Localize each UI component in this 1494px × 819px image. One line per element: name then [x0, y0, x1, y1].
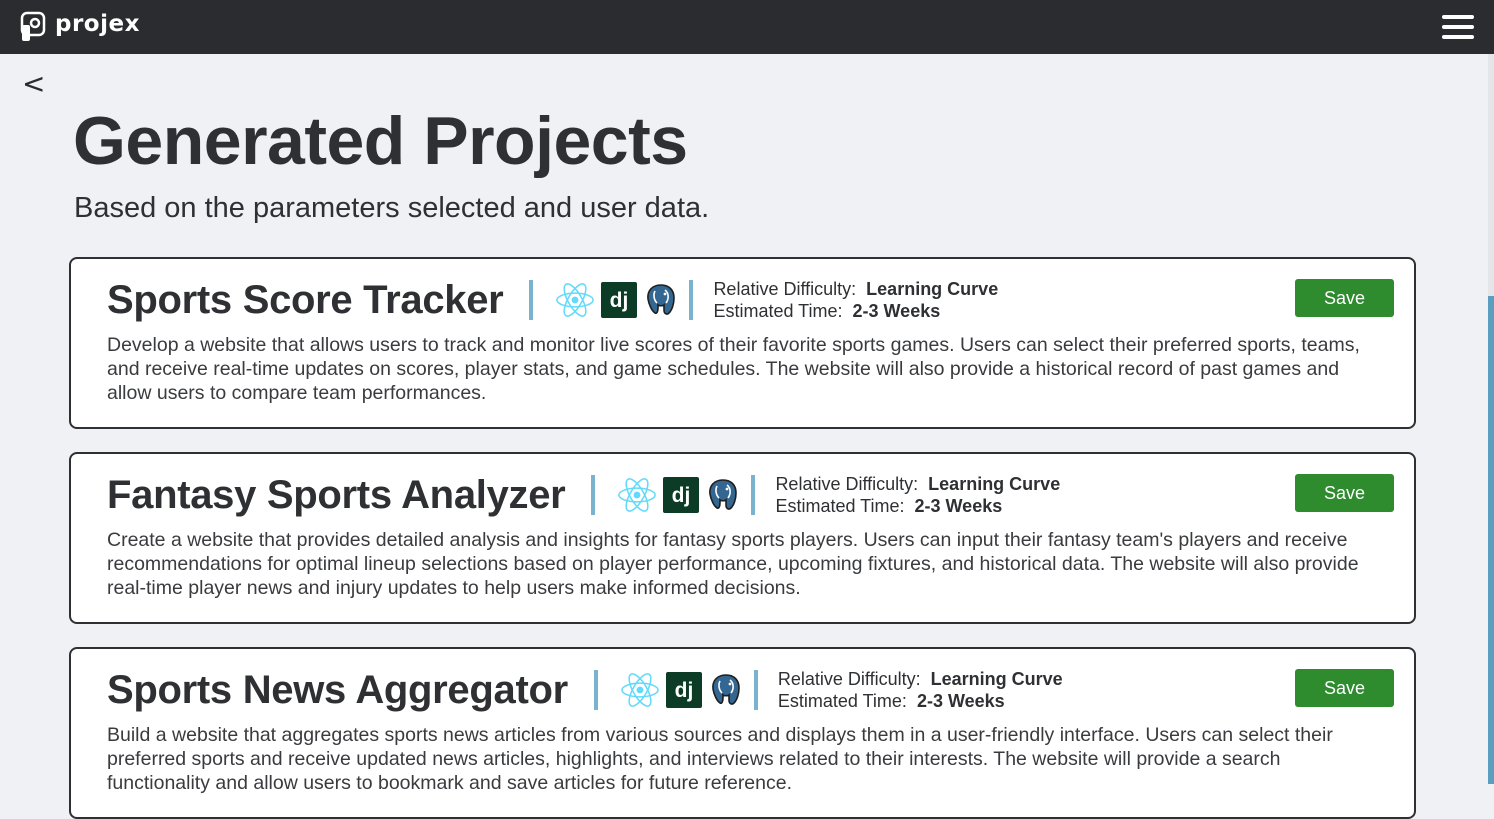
save-button[interactable]: Save: [1295, 474, 1394, 512]
difficulty-value: Learning Curve: [930, 669, 1063, 689]
project-title: Fantasy Sports Analyzer: [107, 472, 566, 517]
divider: [529, 280, 534, 320]
react-icon: [621, 673, 659, 707]
page-scrollbar[interactable]: [1488, 54, 1494, 784]
project-meta: Relative Difficulty: Learning Curve Esti…: [775, 473, 1060, 517]
project-meta: Relative Difficulty: Learning Curve Esti…: [713, 278, 998, 322]
time-label: Estimated Time:: [777, 691, 907, 711]
divider: [591, 475, 596, 515]
time-value: 2-3 Weeks: [852, 301, 941, 321]
save-button[interactable]: Save: [1295, 669, 1394, 707]
time-label: Estimated Time:: [713, 301, 843, 321]
project-card-1: Sports Score Tracker dj Relative Difficu…: [69, 257, 1416, 429]
project-card-header: Sports Score Tracker dj Relative Difficu…: [107, 273, 998, 327]
tech-stack-icons: dj: [617, 476, 741, 514]
difficulty-value: Learning Curve: [866, 279, 999, 299]
divider: [751, 475, 756, 515]
divider: [753, 670, 758, 710]
divider: [689, 280, 694, 320]
time-label: Estimated Time:: [775, 496, 905, 516]
tech-stack-icons: dj: [620, 671, 744, 709]
difficulty-value: Learning Curve: [928, 474, 1061, 494]
postgresql-icon: [711, 674, 740, 705]
django-icon-text: dj: [675, 679, 694, 702]
divider: [593, 670, 598, 710]
page-subtitle: Based on the parameters selected and use…: [74, 192, 710, 224]
back-button[interactable]: <: [22, 68, 45, 100]
postgresql-icon: [647, 284, 676, 315]
difficulty-label: Relative Difficulty:: [777, 669, 921, 689]
project-card-3: Sports News Aggregator dj Relative Diffi…: [69, 647, 1416, 819]
django-icon: dj: [663, 477, 700, 513]
project-title: Sports News Aggregator: [107, 667, 568, 712]
app-name[interactable]: projex: [55, 11, 140, 37]
time-value: 2-3 Weeks: [914, 496, 1003, 516]
top-navbar: projex: [0, 0, 1494, 54]
project-card-2: Fantasy Sports Analyzer dj Relative Diff…: [69, 452, 1416, 624]
django-icon: dj: [601, 282, 638, 318]
project-card-header: Fantasy Sports Analyzer dj Relative Diff…: [107, 468, 1060, 522]
project-meta: Relative Difficulty: Learning Curve Esti…: [778, 668, 1063, 712]
react-icon: [556, 283, 595, 317]
hamburger-menu-icon[interactable]: [1440, 12, 1476, 42]
project-title: Sports Score Tracker: [107, 277, 504, 322]
save-button[interactable]: Save: [1295, 279, 1394, 317]
project-description: Create a website that provides detailed …: [107, 529, 1359, 599]
difficulty-label: Relative Difficulty:: [775, 474, 919, 494]
scrollbar-thumb[interactable]: [1488, 296, 1494, 784]
project-description: Develop a website that allows users to t…: [107, 334, 1360, 404]
react-icon: [618, 478, 657, 512]
tech-stack-icons: dj: [555, 281, 679, 319]
django-icon: dj: [665, 672, 702, 708]
project-card-header: Sports News Aggregator dj Relative Diffi…: [107, 663, 1063, 717]
django-icon-text: dj: [610, 289, 629, 312]
page-title: Generated Projects: [73, 103, 688, 179]
postgresql-icon: [709, 479, 738, 510]
django-icon-text: dj: [672, 484, 691, 507]
projex-logo-icon[interactable]: [20, 11, 48, 43]
project-description: Build a website that aggregates sports n…: [107, 724, 1333, 794]
time-value: 2-3 Weeks: [916, 691, 1005, 711]
difficulty-label: Relative Difficulty:: [713, 279, 857, 299]
